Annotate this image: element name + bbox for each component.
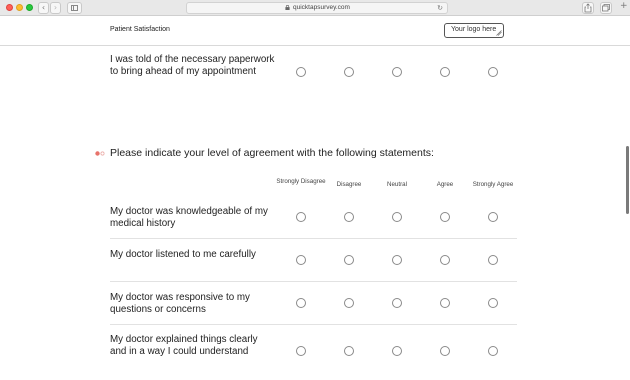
sidebar-toggle-button[interactable] xyxy=(67,2,82,14)
radio-option-2[interactable] xyxy=(344,67,354,77)
column-header-strongly-agree: Strongly Agree xyxy=(472,181,514,188)
radio-row2-strongly-agree[interactable] xyxy=(488,255,498,265)
minimize-window-icon[interactable] xyxy=(16,4,23,11)
reload-icon[interactable]: ↻ xyxy=(437,3,443,13)
share-button[interactable] xyxy=(582,2,594,14)
radio-row4-strongly-agree[interactable] xyxy=(488,346,498,356)
lock-icon xyxy=(285,5,290,10)
forward-arrow-icon: › xyxy=(53,3,58,12)
survey-title: Patient Satisfaction xyxy=(110,26,170,33)
radio-row3-agree[interactable] xyxy=(440,298,450,308)
share-icon xyxy=(584,3,592,13)
radio-row4-disagree[interactable] xyxy=(344,346,354,356)
radio-row2-strongly-disagree[interactable] xyxy=(296,255,306,265)
radio-option-4[interactable] xyxy=(440,67,450,77)
required-indicator-icon xyxy=(95,151,105,156)
address-bar[interactable]: quicktapsurvey.com ↻ xyxy=(186,2,448,14)
row-divider xyxy=(110,281,517,282)
row-divider xyxy=(110,324,517,325)
sidebar-icon xyxy=(71,5,78,11)
radio-row2-disagree[interactable] xyxy=(344,255,354,265)
radio-row1-agree[interactable] xyxy=(440,212,450,222)
back-button[interactable]: ‹ xyxy=(38,2,49,14)
radio-option-1[interactable] xyxy=(296,67,306,77)
radio-row1-neutral[interactable] xyxy=(392,212,402,222)
address-url: quicktapsurvey.com xyxy=(293,4,350,11)
tabs-icon xyxy=(602,4,610,12)
forward-button[interactable]: › xyxy=(50,2,61,14)
radio-row2-agree[interactable] xyxy=(440,255,450,265)
radio-row3-neutral[interactable] xyxy=(392,298,402,308)
plus-icon[interactable]: + xyxy=(620,1,628,11)
edit-corner-icon xyxy=(496,30,502,36)
back-arrow-icon: ‹ xyxy=(41,3,46,12)
radio-row2-neutral[interactable] xyxy=(392,255,402,265)
radio-row4-agree[interactable] xyxy=(440,346,450,356)
page-scrollbar[interactable] xyxy=(624,46,630,380)
question-text: I was told of the necessary paperwork to… xyxy=(110,54,275,77)
matrix-row-label: My doctor explained things clearly and i… xyxy=(110,334,258,357)
radio-row3-strongly-disagree[interactable] xyxy=(296,298,306,308)
radio-row3-strongly-agree[interactable] xyxy=(488,298,498,308)
radio-option-3[interactable] xyxy=(392,67,402,77)
browser-toolbar: ‹ › quicktapsurvey.com ↻ + xyxy=(0,0,630,16)
tabs-overview-button[interactable] xyxy=(600,2,612,14)
survey-header: Patient Satisfaction Your logo here xyxy=(0,16,630,46)
logo-placeholder[interactable]: Your logo here xyxy=(444,23,504,38)
zoom-window-icon[interactable] xyxy=(26,4,33,11)
radio-row4-neutral[interactable] xyxy=(392,346,402,356)
matrix-question-title: Please indicate your level of agreement … xyxy=(110,147,434,159)
matrix-row-label: My doctor listened to me carefully xyxy=(110,249,256,260)
radio-row1-strongly-disagree[interactable] xyxy=(296,212,306,222)
radio-row1-strongly-agree[interactable] xyxy=(488,212,498,222)
close-window-icon[interactable] xyxy=(6,4,13,11)
radio-row3-disagree[interactable] xyxy=(344,298,354,308)
radio-option-5[interactable] xyxy=(488,67,498,77)
matrix-row-label: My doctor was responsive to my questions… xyxy=(110,292,250,315)
scrollbar-thumb[interactable] xyxy=(626,146,629,214)
radio-row4-strongly-disagree[interactable] xyxy=(296,346,306,356)
row-divider xyxy=(110,238,517,239)
matrix-row-label: My doctor was knowledgeable of my medica… xyxy=(110,206,268,229)
radio-row1-disagree[interactable] xyxy=(344,212,354,222)
logo-label: Your logo here xyxy=(451,26,497,33)
